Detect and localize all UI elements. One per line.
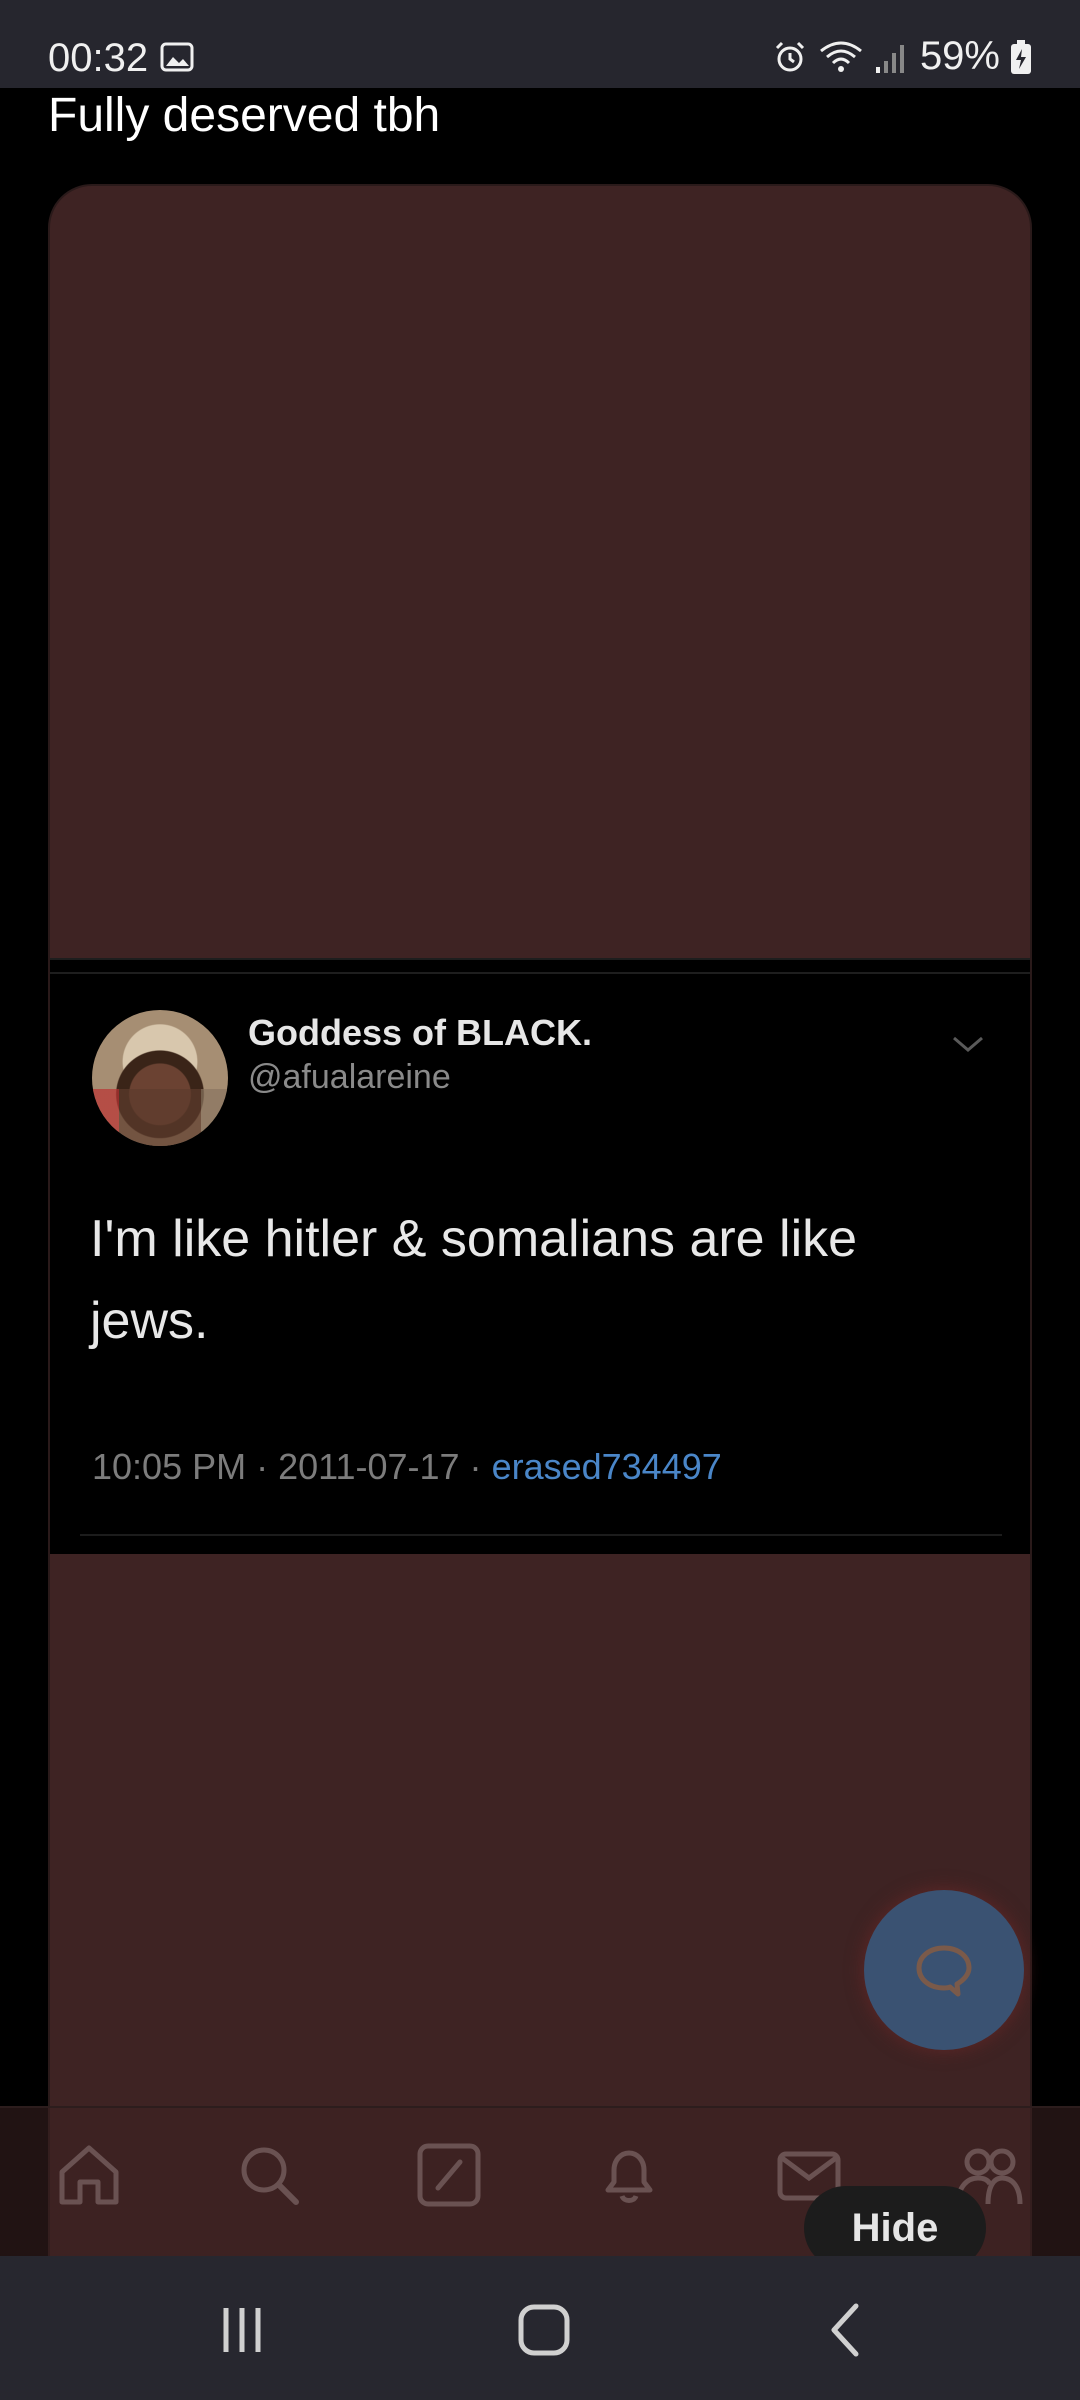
tweet-meta: 10:05 PM · 2011-07-17 · erased734497	[92, 1446, 722, 1488]
search-icon[interactable]	[234, 2140, 304, 2210]
tweet-display-name: Goddess of BLACK.	[248, 1012, 593, 1053]
system-nav-bar	[0, 2256, 1080, 2400]
home-button-icon[interactable]	[514, 2300, 574, 2360]
battery-icon	[1011, 39, 1031, 74]
gallery-icon	[160, 42, 194, 72]
tweet-handle: @afualareine	[248, 1058, 451, 1096]
tweet-timestamp: 10:05 PM · 2011-07-17 ·	[92, 1446, 492, 1487]
comment-button[interactable]	[864, 1890, 1024, 2050]
chevron-down-icon	[953, 1036, 983, 1052]
tweet-top-divider	[50, 972, 1030, 974]
home-icon[interactable]	[54, 2140, 124, 2210]
tweet-text: I'm like hitler & somalians are like jew…	[90, 1210, 858, 1350]
back-icon[interactable]	[818, 2300, 878, 2360]
comment-icon	[916, 1945, 972, 1997]
status-bar: 00:32 59%	[0, 0, 1080, 88]
avatar	[92, 1010, 228, 1146]
recent-apps-icon[interactable]	[212, 2300, 272, 2360]
battery-percent: 59%	[919, 34, 1000, 78]
post-title: Fully deserved tbh	[48, 89, 441, 142]
wifi-icon	[820, 41, 862, 72]
alarm-icon	[775, 41, 804, 71]
tweet-screenshot[interactable]: Goddess of BLACK. @afualareine I'm like …	[50, 958, 1030, 1554]
status-icons: 59%	[772, 34, 1032, 79]
tweet-bottom-divider	[80, 1534, 1002, 1536]
signal-icon	[875, 44, 904, 73]
notifications-icon[interactable]	[594, 2140, 664, 2210]
status-time: 00:32	[48, 36, 149, 80]
tweet-via-link: erased734497	[491, 1446, 722, 1487]
compose-icon[interactable]	[414, 2140, 484, 2210]
